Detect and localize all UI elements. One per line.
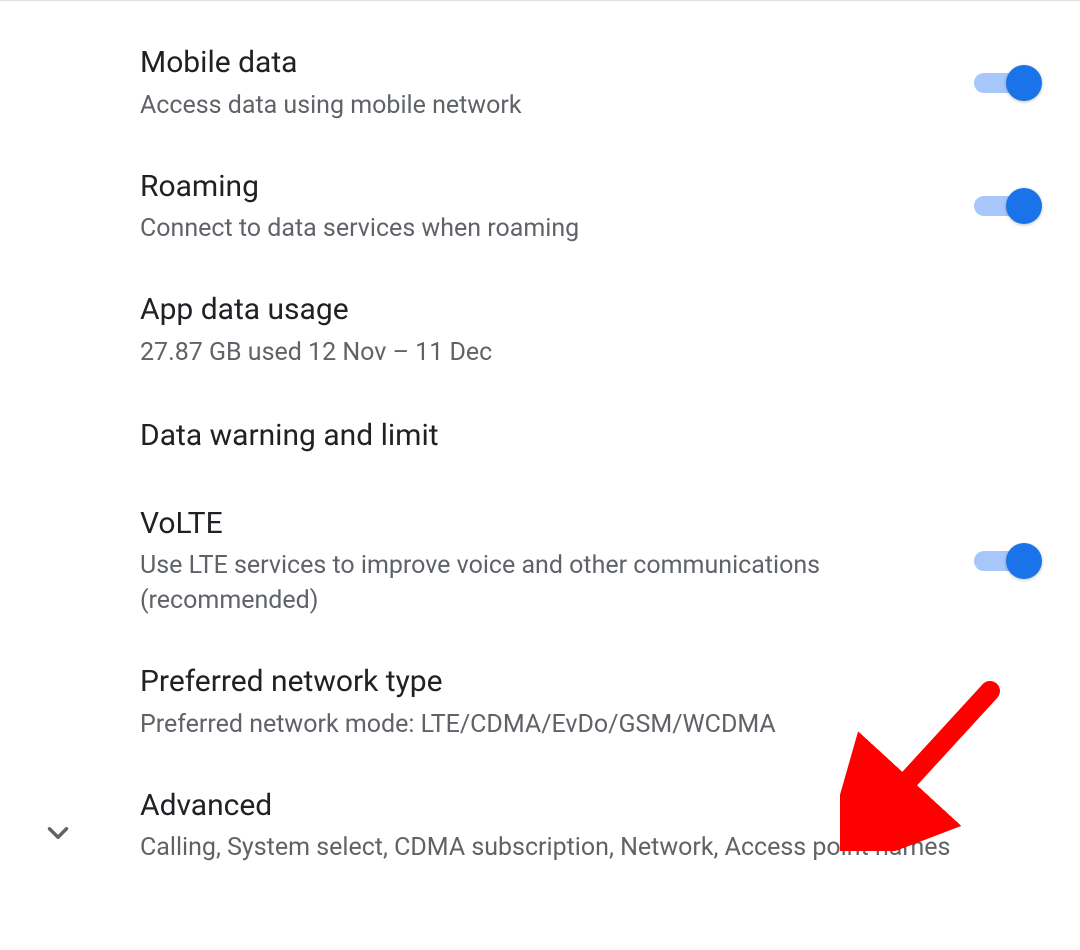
- setting-title: Mobile data: [140, 43, 944, 84]
- roaming-toggle[interactable]: [974, 188, 1040, 224]
- setting-subtitle: Connect to data services when roaming: [140, 211, 944, 246]
- setting-subtitle: Calling, System select, CDMA subscriptio…: [140, 830, 1010, 865]
- settings-list: Mobile data Access data using mobile net…: [0, 1, 1080, 887]
- setting-text: Roaming Connect to data services when ro…: [140, 167, 974, 247]
- setting-title: VoLTE: [140, 504, 944, 545]
- setting-mobile-data[interactable]: Mobile data Access data using mobile net…: [0, 21, 1080, 145]
- setting-text: App data usage 27.87 GB used 12 Nov – 11…: [140, 290, 1040, 370]
- setting-text: Data warning and limit: [140, 416, 1040, 457]
- toggle-thumb: [1006, 543, 1042, 579]
- volte-toggle[interactable]: [974, 543, 1040, 579]
- chevron-down-icon: [38, 813, 78, 853]
- setting-advanced[interactable]: Advanced Calling, System select, CDMA su…: [0, 764, 1080, 888]
- setting-text: Advanced Calling, System select, CDMA su…: [140, 786, 1040, 866]
- setting-title: Advanced: [140, 786, 1010, 827]
- setting-title: App data usage: [140, 290, 1010, 331]
- setting-title: Data warning and limit: [140, 416, 1010, 457]
- setting-title: Preferred network type: [140, 662, 1010, 703]
- setting-subtitle: Preferred network mode: LTE/CDMA/EvDo/GS…: [140, 707, 1010, 742]
- setting-subtitle: Use LTE services to improve voice and ot…: [140, 548, 944, 618]
- setting-app-data-usage[interactable]: App data usage 27.87 GB used 12 Nov – 11…: [0, 268, 1080, 392]
- setting-text: VoLTE Use LTE services to improve voice …: [140, 504, 974, 619]
- setting-subtitle: 27.87 GB used 12 Nov – 11 Dec: [140, 335, 1010, 370]
- mobile-data-toggle[interactable]: [974, 65, 1040, 101]
- setting-data-warning-limit[interactable]: Data warning and limit: [0, 392, 1080, 482]
- setting-volte[interactable]: VoLTE Use LTE services to improve voice …: [0, 482, 1080, 641]
- toggle-thumb: [1006, 65, 1042, 101]
- setting-roaming[interactable]: Roaming Connect to data services when ro…: [0, 145, 1080, 269]
- setting-text: Mobile data Access data using mobile net…: [140, 43, 974, 123]
- setting-text: Preferred network type Preferred network…: [140, 662, 1040, 742]
- toggle-thumb: [1006, 188, 1042, 224]
- setting-preferred-network-type[interactable]: Preferred network type Preferred network…: [0, 640, 1080, 764]
- setting-subtitle: Access data using mobile network: [140, 88, 944, 123]
- setting-title: Roaming: [140, 167, 944, 208]
